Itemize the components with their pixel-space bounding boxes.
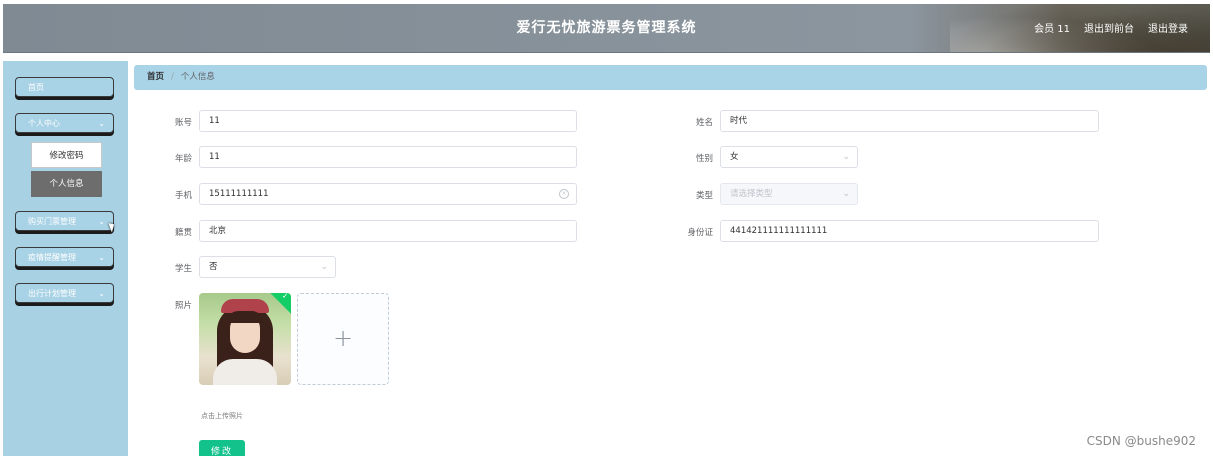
student-label: 学生	[174, 264, 192, 274]
age-label: 年龄	[174, 154, 192, 164]
breadcrumb-home[interactable]: 首页	[147, 72, 164, 82]
sidebar-item-ticket-management[interactable]: 购买门票管理 ⌄	[15, 211, 114, 231]
submenu-item-change-password[interactable]: 修改密码	[31, 142, 102, 168]
type-label: 类型	[695, 191, 713, 201]
chevron-down-icon: ⌄	[98, 289, 105, 298]
account-label: 账号	[174, 118, 192, 128]
idcard-label: 身份证	[687, 228, 713, 238]
sidebar: 首页 个人中心 ⌄ 修改密码 个人信息 购买门票管理 ⌄ 疫情提醒管理 ⌄ 出行…	[3, 61, 128, 456]
top-header: 爱行无忧旅游票务管理系统 会员 11 退出到前台 退出登录	[3, 4, 1210, 53]
age-input[interactable]: 11	[199, 146, 577, 168]
logout-link[interactable]: 退出登录	[1148, 20, 1188, 35]
clear-icon[interactable]: ×	[559, 189, 569, 199]
origin-input[interactable]: 北京	[199, 220, 577, 242]
gender-select-value: 女	[730, 152, 739, 162]
watermark: CSDN @bushe902	[1086, 434, 1196, 448]
phone-input-value: 15111111111	[209, 189, 269, 199]
profile-photo[interactable]: ✓	[199, 293, 291, 385]
student-select[interactable]: 否 ⌄	[199, 256, 336, 278]
sidebar-item-label: 出行计划管理	[28, 289, 76, 298]
submenu-item-personal-info[interactable]: 个人信息	[31, 171, 102, 197]
sidebar-item-personal-center[interactable]: 个人中心 ⌄	[15, 113, 114, 133]
chevron-down-icon: ⌄	[98, 217, 105, 226]
chevron-down-icon: ⌄	[842, 152, 850, 162]
upload-success-icon: ✓	[267, 293, 291, 315]
phone-label: 手机	[174, 191, 192, 201]
sidebar-item-label: 疫情提醒管理	[28, 253, 76, 262]
account-input[interactable]: 11	[199, 110, 577, 132]
sidebar-item-label: 首页	[28, 83, 44, 92]
type-select-placeholder: 请选择类型	[730, 189, 773, 199]
user-label: 会员 11	[1034, 24, 1070, 35]
chevron-down-icon: ⌄	[842, 189, 850, 199]
breadcrumb: 首页 / 个人信息	[134, 65, 1207, 90]
phone-input[interactable]: 15111111111 ×	[199, 183, 577, 205]
student-select-value: 否	[209, 262, 218, 272]
chevron-down-icon: ⌄	[98, 119, 105, 128]
back-to-front-link[interactable]: 退出到前台	[1084, 20, 1134, 35]
sidebar-item-label: 购买门票管理	[28, 217, 76, 226]
idcard-input[interactable]: 441421111111111111	[720, 220, 1099, 242]
chevron-down-icon: ⌄	[98, 253, 105, 262]
plus-icon: +	[332, 324, 354, 352]
header-actions: 会员 11 退出到前台 退出登录	[1034, 20, 1188, 35]
app-frame: 爱行无忧旅游票务管理系统 会员 11 退出到前台 退出登录 首页 个人中心 ⌄ …	[3, 4, 1210, 456]
sidebar-item-travel-plan[interactable]: 出行计划管理 ⌄	[15, 283, 114, 303]
sidebar-item-epidemic-reminder[interactable]: 疫情提醒管理 ⌄	[15, 247, 114, 267]
breadcrumb-current: 个人信息	[180, 72, 215, 82]
submit-button[interactable]: 修改	[199, 440, 245, 456]
origin-label: 籍贯	[174, 228, 192, 238]
gender-label: 性别	[695, 154, 713, 164]
photo-label: 照片	[174, 301, 192, 311]
app-title: 爱行无忧旅游票务管理系统	[516, 20, 697, 36]
sidebar-item-label: 个人中心	[28, 119, 60, 128]
upload-photo-button[interactable]: +	[297, 293, 389, 385]
name-label: 姓名	[695, 118, 713, 128]
breadcrumb-separator: /	[171, 72, 174, 82]
name-input[interactable]: 时代	[720, 110, 1099, 132]
upload-tip: 点击上传照片	[201, 412, 243, 420]
chevron-down-icon: ⌄	[320, 262, 328, 272]
gender-select[interactable]: 女 ⌄	[720, 146, 858, 168]
sidebar-item-home[interactable]: 首页	[15, 77, 114, 97]
type-select[interactable]: 请选择类型 ⌄	[720, 183, 858, 205]
